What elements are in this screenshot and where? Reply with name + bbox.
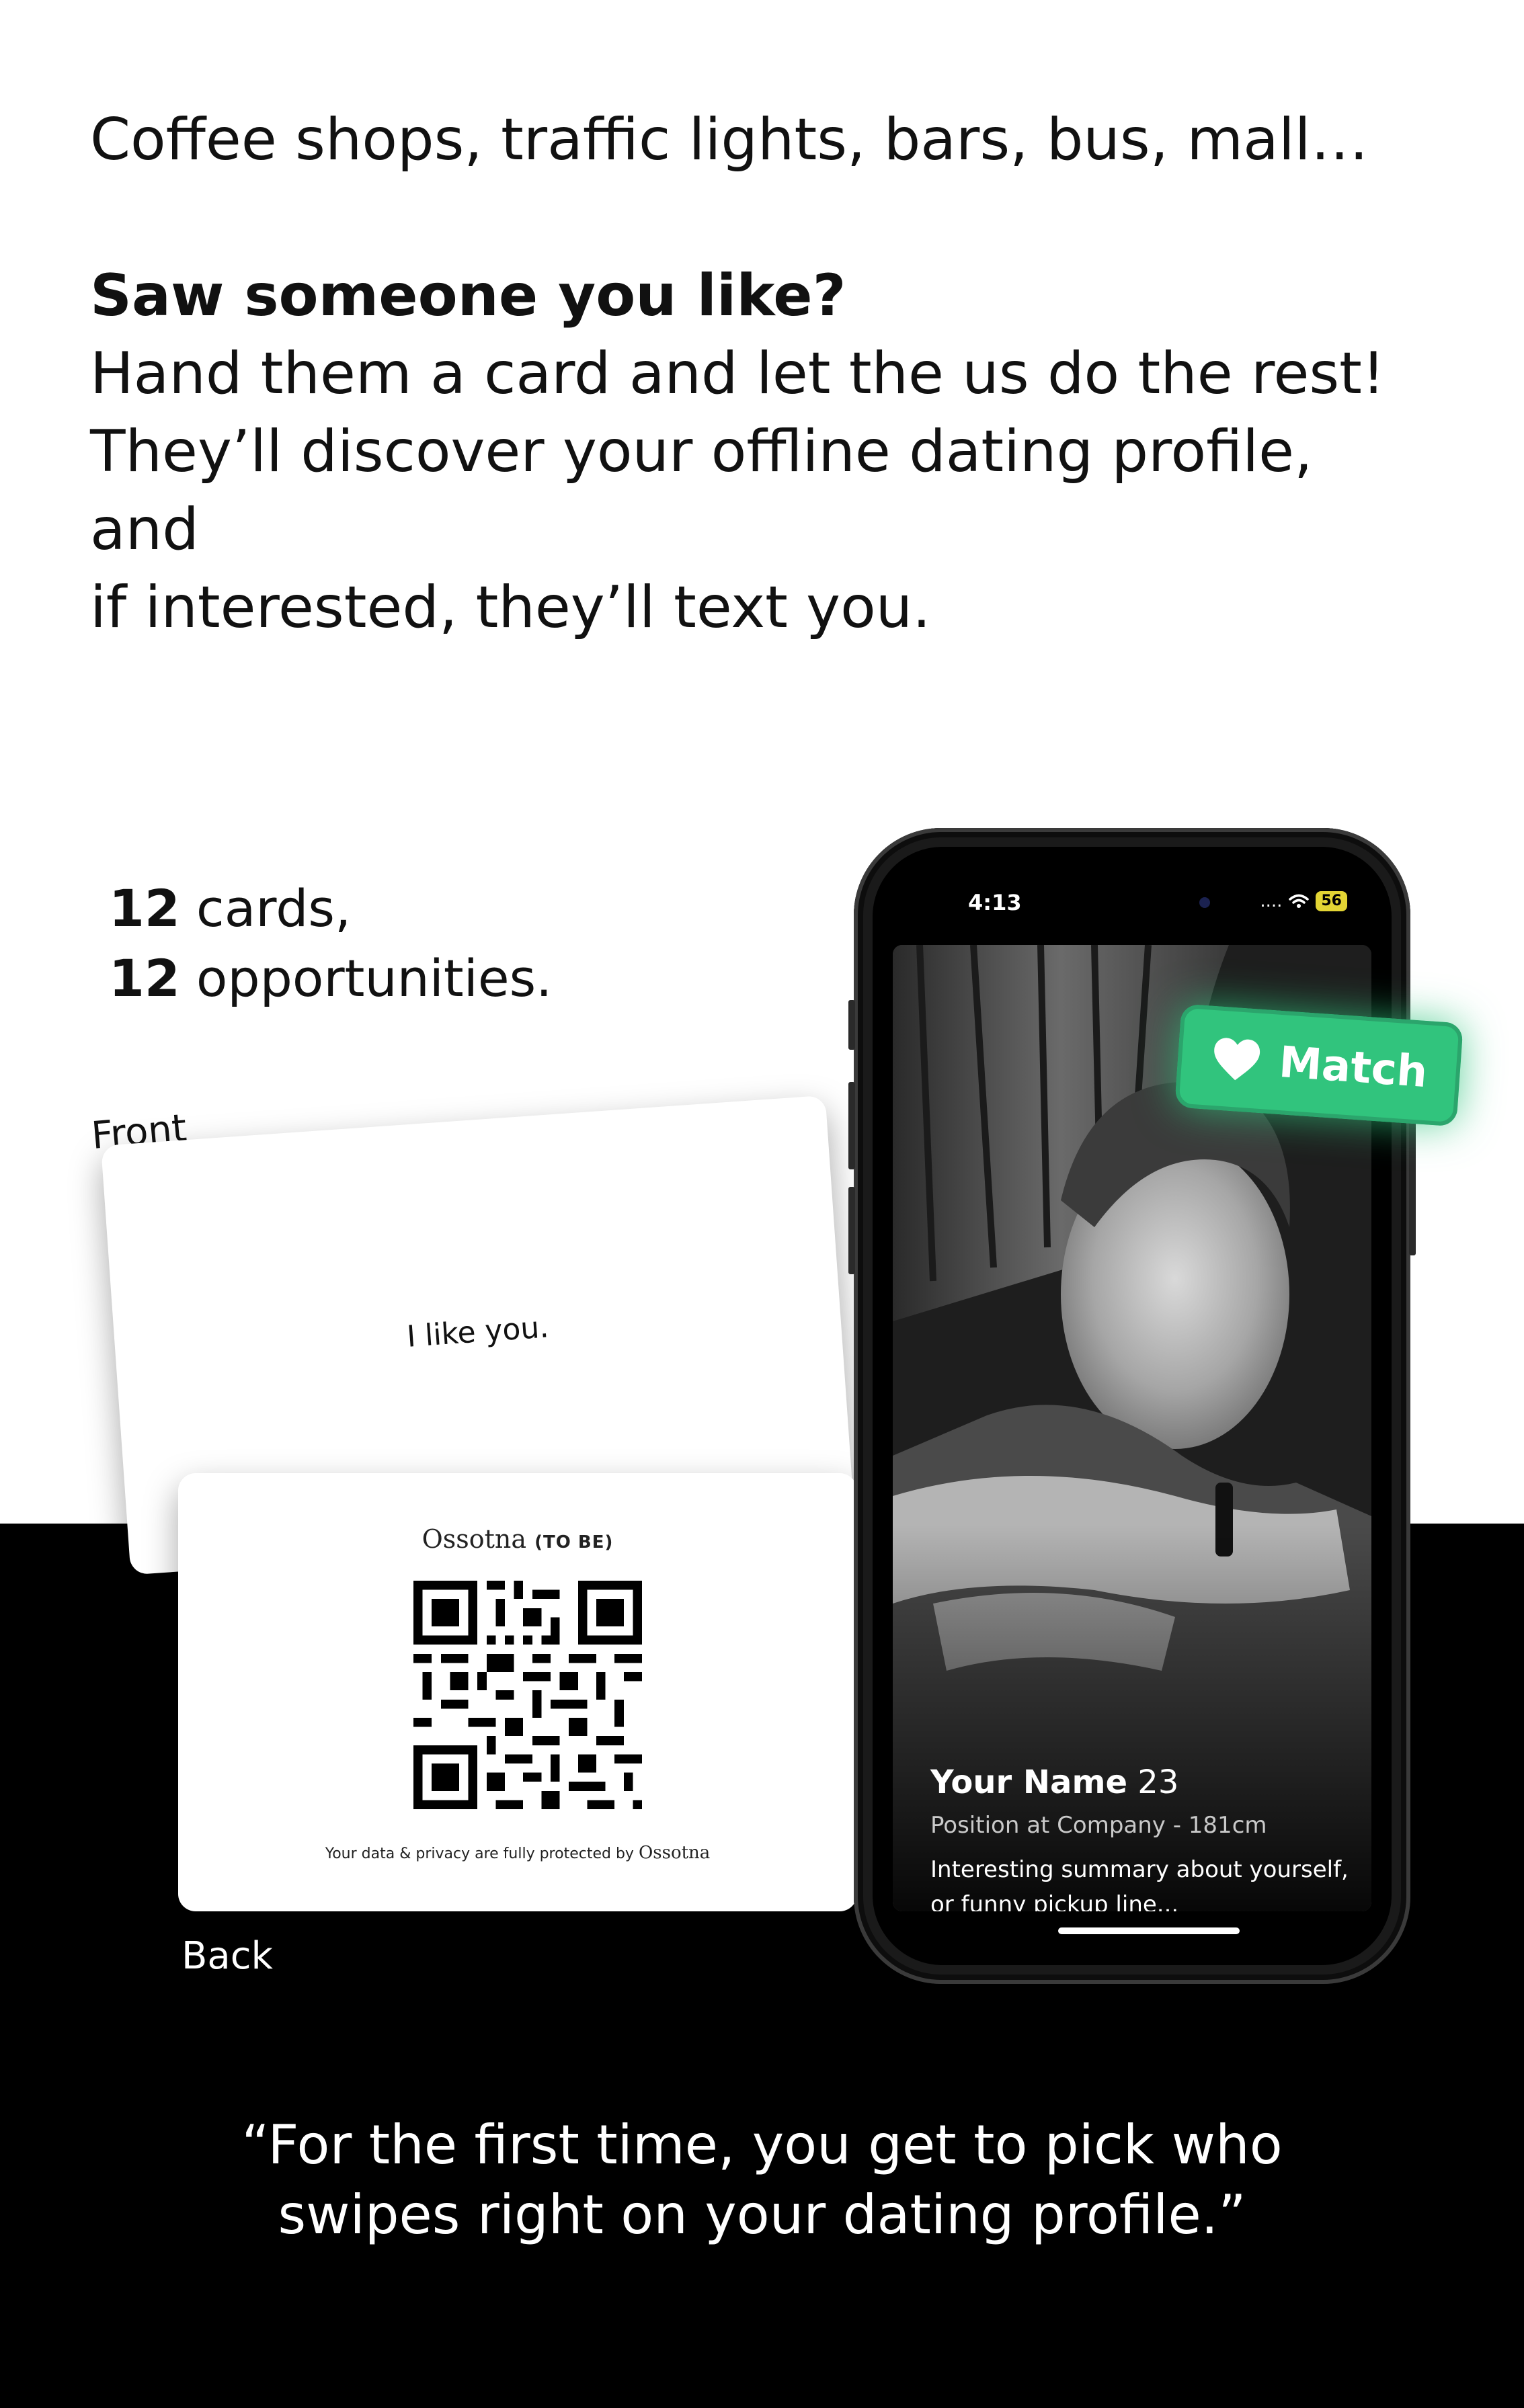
phone-power-button [1409, 1117, 1416, 1255]
status-time: 4:13 [968, 890, 1022, 915]
opportunities-text: opportunities. [179, 948, 553, 1008]
heart-icon [1213, 1038, 1260, 1081]
profile-bio: Interesting summary about yourself, or f… [930, 1856, 1349, 1911]
cards-text: cards, [179, 878, 352, 938]
battery-indicator: 56 [1316, 891, 1347, 911]
profile-name-text: Your Name [930, 1763, 1128, 1801]
signal-icon: .... [1260, 891, 1283, 911]
privacy-note: Your data & privacy are fully protected … [178, 1843, 857, 1863]
front-card-text: I like you. [405, 1310, 550, 1354]
intro-copy: Coffee shops, traffic lights, bars, bus,… [90, 101, 1435, 647]
quote-line-1: “For the first time, you get to pick who [241, 2114, 1283, 2176]
brand-logo: Ossotna [422, 1524, 527, 1554]
match-label: Match [1277, 1037, 1429, 1098]
profile-position: Position at Company - 181cm [930, 1812, 1267, 1839]
privacy-text: Your data & privacy are fully protected … [325, 1845, 639, 1862]
brand-sub: (TO BE) [534, 1532, 614, 1552]
intro-line-places: Coffee shops, traffic lights, bars, bus,… [90, 106, 1369, 173]
dynamic-island [1064, 879, 1229, 926]
intro-line-hand-card: Hand them a card and let the us do the r… [90, 340, 1386, 407]
qr-code [413, 1581, 642, 1809]
profile-age: 23 [1137, 1763, 1179, 1801]
opportunities-count: 12 [109, 948, 180, 1008]
back-card: Ossotna (TO BE) Your data & privacy are … [178, 1473, 857, 1911]
wifi-icon [1289, 894, 1310, 908]
profile-name: Your Name 23 [930, 1763, 1178, 1801]
intro-question: Saw someone you like? [90, 262, 846, 329]
phone-volume-up [848, 1082, 855, 1169]
intro-line-discover: They’ll discover your offline dating pro… [90, 418, 1313, 563]
status-icons: .... 56 [1260, 891, 1347, 911]
privacy-brand: Ossotna [638, 1843, 711, 1863]
intro-line-text-you: if interested, they’ll text you. [90, 574, 931, 641]
home-indicator[interactable] [1058, 1927, 1240, 1934]
phone-mockup: 4:13 .... 56 Your Name 23 Position at Co… [848, 828, 1416, 1984]
back-card-brand: Ossotna (TO BE) [178, 1524, 857, 1554]
cards-count: 12 [109, 878, 180, 938]
phone-action-button [848, 1000, 855, 1050]
match-badge[interactable]: Match [1174, 1003, 1463, 1127]
quote-line-2: swipes right on your dating profile.” [278, 2184, 1246, 2246]
quote: “For the first time, you get to pick who… [0, 2110, 1524, 2250]
camera-icon [1199, 897, 1210, 908]
cards-heading: 12 cards, 12 opportunities. [109, 874, 552, 1013]
phone-volume-down [848, 1187, 855, 1274]
back-label: Back [182, 1934, 273, 1978]
